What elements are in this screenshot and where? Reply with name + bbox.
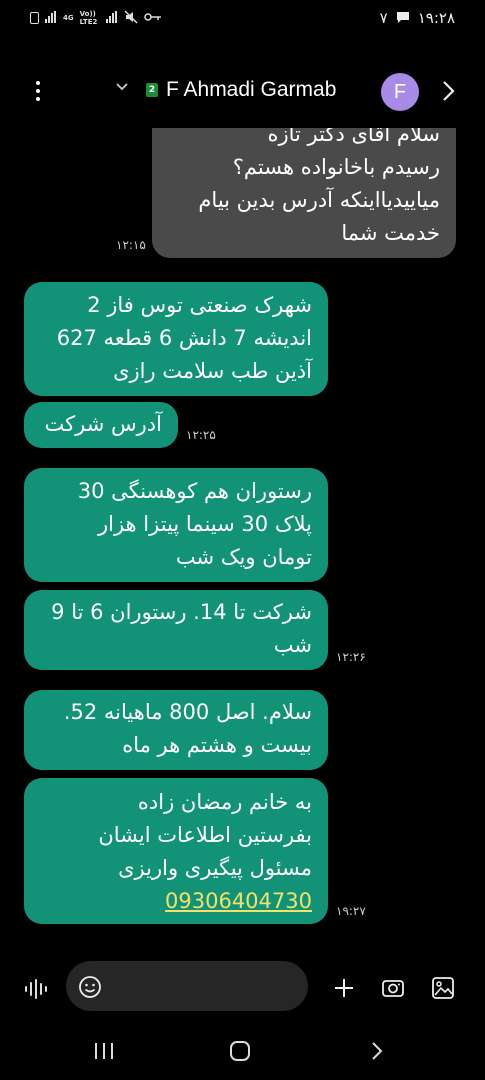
dot (36, 97, 40, 101)
message-bubble-outgoing[interactable]: سلام. اصل 800 ماهیانه 52. بیست و هشتم هر… (24, 690, 328, 770)
emoji-icon[interactable] (78, 975, 102, 999)
message-input[interactable] (110, 971, 296, 1001)
back-icon[interactable] (366, 1040, 388, 1062)
signal-strength-icon (45, 11, 57, 25)
camera-icon[interactable] (381, 976, 405, 1000)
signal-strength-icon-2 (105, 11, 118, 25)
key-icon (143, 11, 162, 25)
message-line: شرکت تا 14. رستوران 6 تا 9 (51, 600, 312, 624)
avatar[interactable]: F (381, 73, 419, 111)
message-notification-icon (396, 11, 410, 26)
chevron-down-icon[interactable] (114, 79, 130, 95)
status-bar: 4G Vo)) LTE2 ۷ ۱۹:۲۸ (0, 0, 485, 40)
message-bubble-outgoing[interactable]: شرکت تا 14. رستوران 6 تا 9 شب (24, 590, 328, 670)
message-list[interactable]: سلام آقای دکتر تازه رسیدم باخانواده هستم… (0, 128, 485, 948)
dot (36, 81, 40, 85)
more-options-button[interactable] (28, 78, 48, 104)
sim-badge: 2 (146, 83, 158, 97)
message-line: سلام. اصل 800 ماهیانه 52. (63, 700, 312, 724)
message-line: به خانم رمضان زاده (137, 790, 312, 814)
add-attachment-icon[interactable] (332, 976, 356, 1000)
message-bubble-outgoing[interactable]: شهرک صنعتی توس فاز 2 اندیشه 7 دانش 6 قطع… (24, 282, 328, 396)
chevron-right-icon[interactable] (437, 79, 459, 103)
message-input-container[interactable] (66, 961, 308, 1011)
message-bubble-outgoing[interactable]: رستوران هم کوهسنگی 30 پلاک 30 سینما پیتز… (24, 468, 328, 582)
message-line: بیست و هشتم هر ماه (122, 733, 312, 757)
message-line: آدرس شرکت (44, 412, 162, 436)
status-time: ۱۹:۲۸ (417, 9, 455, 27)
message-time: ۱۲:۲۶ (336, 650, 366, 664)
sim-count: ۷ (379, 9, 388, 27)
message-line: بفرستین اطلاعات ایشان (98, 823, 312, 847)
phone-link-row: 09306404730 (40, 885, 312, 918)
conversation-header: 2 F Ahmadi Garmab F (0, 66, 485, 116)
message-line: سلام آقای دکتر تازه (267, 128, 440, 146)
message-time: ۱۲:۲۵ (186, 428, 216, 442)
recent-apps-icon[interactable] (92, 1040, 116, 1062)
message-line: تومان ویک شب (175, 545, 312, 569)
contact-name[interactable]: F Ahmadi Garmab (166, 78, 336, 102)
mute-icon (124, 10, 138, 26)
message-bubble-incoming[interactable]: سلام آقای دکتر تازه رسیدم باخانواده هستم… (152, 128, 456, 258)
status-icons-right: ۷ ۱۹:۲۸ (380, 9, 455, 27)
message-line: آذین طب سلامت رازی (113, 359, 312, 383)
system-navigation-bar (0, 1020, 485, 1080)
message-line: رستوران هم کوهسنگی 30 (77, 479, 312, 503)
network-type-label: 4G (63, 14, 74, 22)
battery-saver-icon (30, 12, 39, 24)
message-bubble-outgoing[interactable]: آدرس شرکت (24, 402, 178, 448)
message-line: میاییدیااینکه آدرس بدین بیام (198, 188, 440, 212)
message-time: ۱۲:۱۵ (116, 238, 146, 252)
message-line: خدمت شما (341, 221, 440, 245)
message-line: رسیدم باخانواده هستم؟ (232, 155, 440, 179)
gallery-icon[interactable] (431, 976, 455, 1000)
message-line: مسئول پیگیری واریزی (118, 856, 312, 880)
volte-label: Vo)) LTE2 (79, 10, 98, 26)
phone-number-link[interactable]: 09306404730 (165, 885, 312, 918)
message-line: اندیشه 7 دانش 6 قطعه 627 (56, 326, 312, 350)
home-icon[interactable] (229, 1040, 251, 1062)
message-bubble-outgoing[interactable]: به خانم رمضان زاده بفرستین اطلاعات ایشان… (24, 778, 328, 924)
message-composer (0, 958, 485, 1018)
dot (36, 89, 40, 93)
message-line: پلاک 30 سینما پیتزا هزار (97, 512, 312, 536)
message-line: شب (273, 633, 312, 657)
message-line: شهرک صنعتی توس فاز 2 (87, 293, 312, 317)
status-icons-left: 4G Vo)) LTE2 (30, 10, 162, 26)
message-time: ۱۹:۲۷ (336, 904, 366, 918)
voice-record-icon[interactable] (24, 978, 50, 1000)
